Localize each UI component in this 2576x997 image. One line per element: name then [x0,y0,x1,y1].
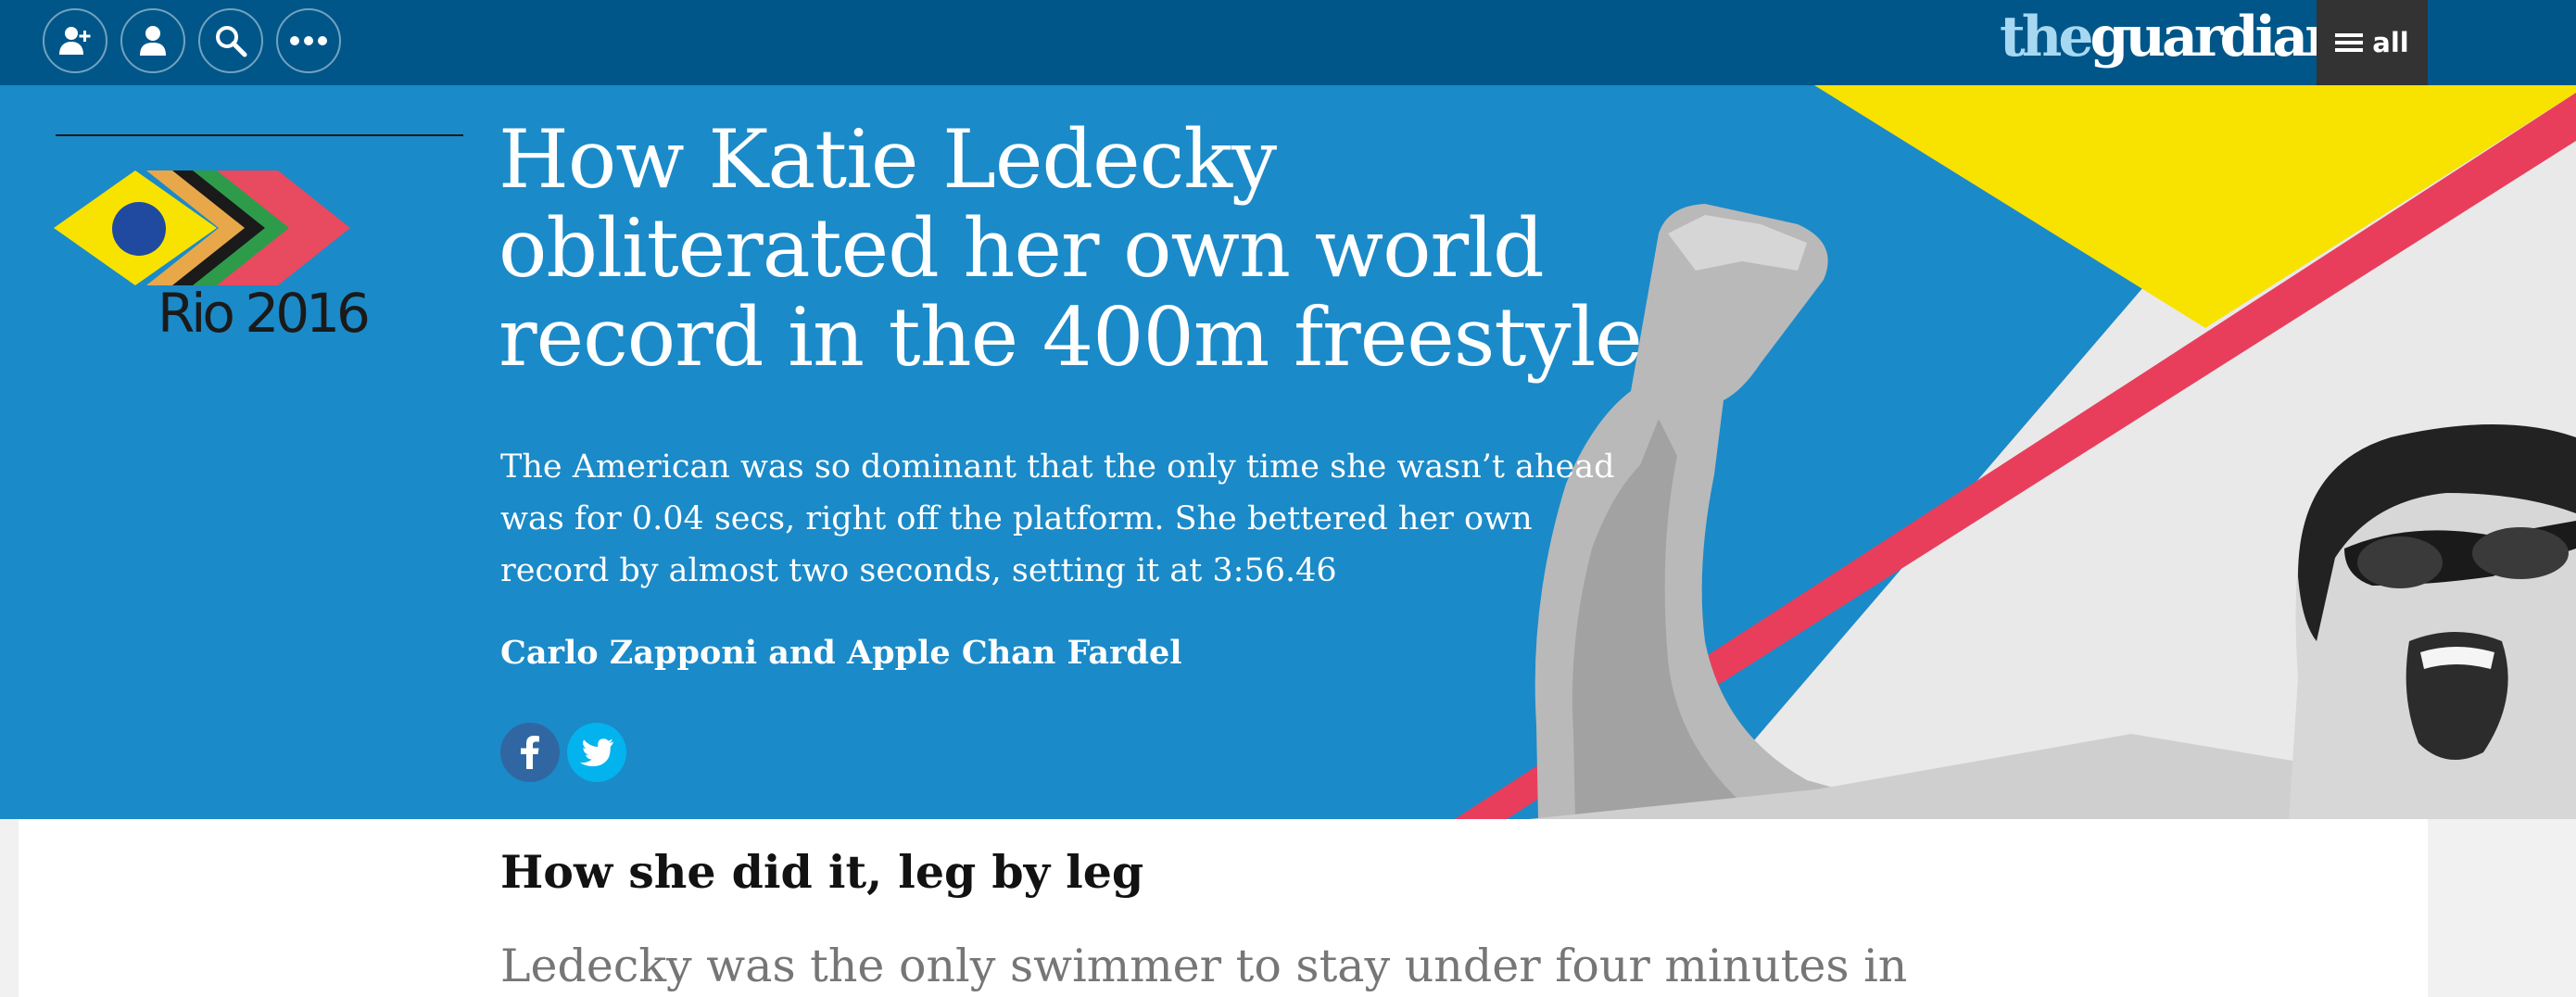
share-facebook-button[interactable] [500,723,560,782]
sign-up-button[interactable] [43,8,107,73]
add-user-icon [59,27,91,55]
more-icon [290,36,327,45]
swimmer-head [2289,424,2576,819]
article-standfirst: The American was so dominant that the on… [500,448,1615,589]
body-paragraph: Ledecky was the only swimmer to stay und… [500,940,1908,992]
all-label: all [2372,27,2409,58]
search-button[interactable] [198,8,263,73]
header-divider [56,134,463,136]
user-icon [140,26,166,56]
facebook-icon [521,736,539,769]
logo-guardian: guardian [2090,5,2345,69]
article-body: How she did it, leg by leg Ledecky was t… [19,819,2428,997]
rio-2016-label: Rio 2016 [158,282,371,345]
search-icon [216,26,247,57]
twitter-icon [580,738,613,766]
menu-icon [2335,33,2364,52]
share-twitter-button[interactable] [567,723,626,782]
profile-button[interactable] [120,8,185,73]
top-navigation-bar: theguardian all [0,0,2576,85]
logo-the: the [2000,5,2093,69]
section-heading: How she did it, leg by leg [500,845,1144,899]
article-byline[interactable]: Carlo Zapponi and Apple Chan Fardel [500,634,1182,672]
all-sections-button[interactable]: all [2317,0,2428,85]
rio-2016-logo-mark [54,170,350,285]
article-header: Rio 2016 How Katie Ledecky obliterated h… [0,85,2576,819]
article-headline: How Katie Ledecky obliterated her own wo… [499,112,1643,385]
more-button[interactable] [276,8,341,73]
guardian-logo[interactable]: theguardian [2000,0,2345,74]
